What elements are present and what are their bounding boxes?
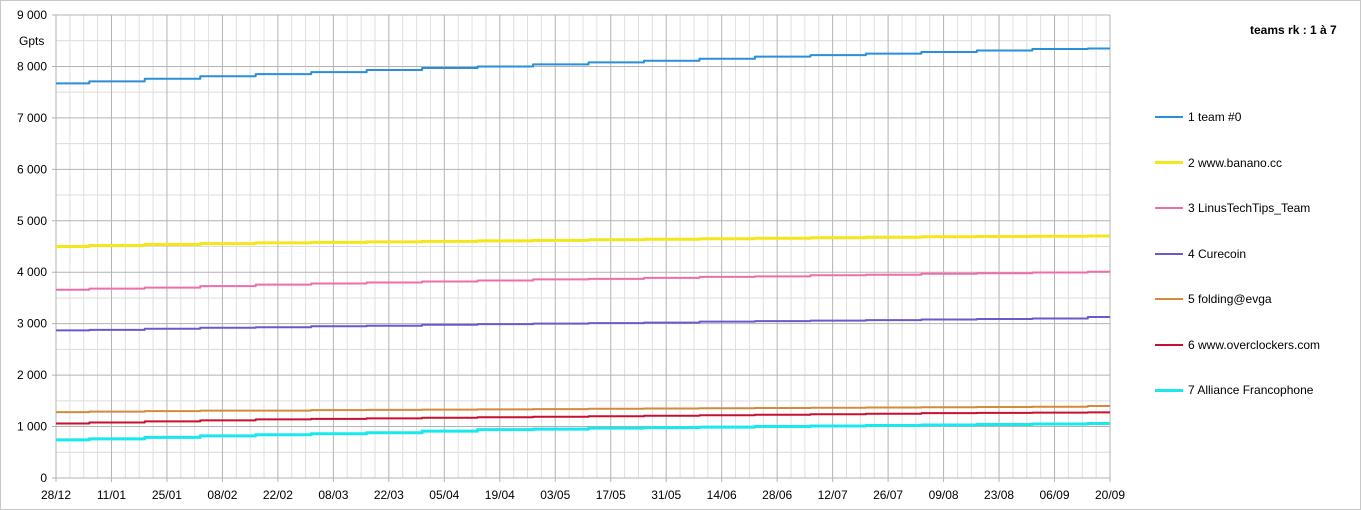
x-tick-label: 09/08 — [929, 488, 959, 502]
legend-label: 5 folding@evga — [1188, 292, 1272, 306]
legend-swatch — [1155, 116, 1183, 118]
y-tick-label: 6 000 — [17, 162, 47, 176]
legend-swatch — [1155, 388, 1183, 392]
x-tick-label: 12/07 — [818, 488, 848, 502]
legend-item: 7 Alliance Francophone — [1155, 382, 1313, 398]
x-tick-label: 22/03 — [374, 488, 404, 502]
x-tick-label: 05/04 — [429, 488, 459, 502]
x-tick-label: 17/05 — [596, 488, 626, 502]
y-tick-label: 5 000 — [17, 214, 47, 228]
x-tick-label: 23/08 — [984, 488, 1014, 502]
legend-item: 1 team #0 — [1155, 109, 1241, 125]
legend-item: 6 www.overclockers.com — [1155, 337, 1320, 353]
x-tick-label: 11/01 — [97, 488, 126, 502]
legend-item: 5 folding@evga — [1155, 291, 1272, 307]
legend-label: 1 team #0 — [1188, 110, 1242, 124]
legend-item: 4 Curecoin — [1155, 246, 1246, 262]
y-tick-label: 8 000 — [17, 59, 47, 73]
legend-swatch — [1155, 252, 1183, 255]
legend-swatch — [1155, 161, 1183, 164]
y-tick-label: 0 — [40, 471, 47, 485]
x-tick-label: 26/07 — [873, 488, 903, 502]
y-tick-label: 9 000 — [17, 8, 47, 22]
x-tick-label: 22/02 — [263, 488, 293, 502]
legend-title: teams rk : 1 à 7 — [1250, 23, 1337, 37]
y-axis-unit-label: Gpts — [19, 34, 45, 48]
x-tick-label: 31/05 — [651, 488, 681, 502]
x-tick-label: 06/09 — [1040, 488, 1070, 502]
legend-swatch — [1155, 298, 1183, 300]
legend-item: 2 www.banano.cc — [1155, 155, 1282, 171]
y-tick-label: 7 000 — [17, 111, 47, 125]
x-tick-label: 08/03 — [318, 488, 348, 502]
x-tick-label: 25/01 — [152, 488, 182, 502]
legend-label: 7 Alliance Francophone — [1188, 383, 1314, 397]
y-tick-label: 1 000 — [17, 420, 47, 434]
legend-swatch — [1155, 207, 1183, 209]
legend-item: 3 LinusTechTips_Team — [1155, 200, 1310, 216]
legend-label: 3 LinusTechTips_Team — [1188, 201, 1311, 215]
x-tick-label: 28/06 — [762, 488, 792, 502]
x-tick-label: 03/05 — [540, 488, 570, 502]
legend-swatch — [1155, 343, 1183, 346]
x-tick-label: 14/06 — [707, 488, 737, 502]
x-tick-label: 19/04 — [485, 488, 515, 502]
x-tick-label: 08/02 — [207, 488, 237, 502]
y-tick-label: 4 000 — [17, 265, 47, 279]
y-tick-label: 3 000 — [17, 317, 47, 331]
legend-label: 4 Curecoin — [1188, 246, 1247, 261]
x-tick-label: 20/09 — [1095, 488, 1125, 502]
x-tick-label: 28/12 — [41, 488, 71, 502]
y-tick-label: 2 000 — [17, 368, 47, 382]
legend-label: 6 www.overclockers.com — [1188, 337, 1321, 352]
legend-label: 2 www.banano.cc — [1188, 155, 1283, 170]
